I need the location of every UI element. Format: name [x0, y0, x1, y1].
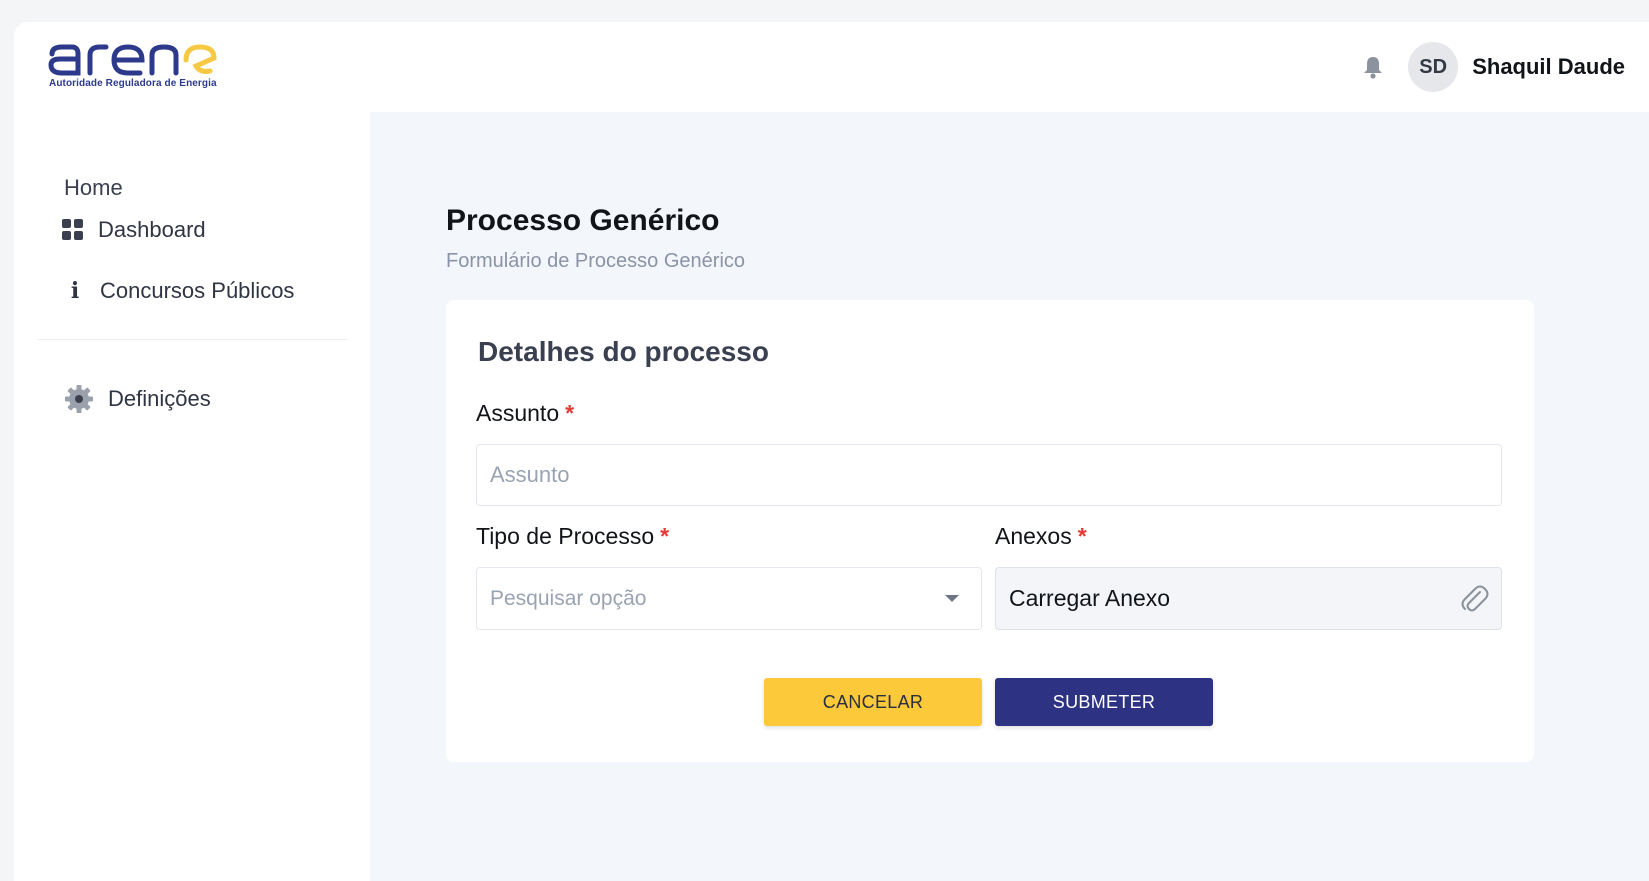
logo-tagline: Autoridade Reguladora de Energia — [49, 78, 217, 89]
subject-label: Assunto * — [476, 400, 574, 427]
paperclip-icon — [1461, 584, 1489, 620]
sidebar: Home Dashboard i Concursos Públicos Defi… — [14, 112, 370, 881]
arene-logo[interactable]: Autoridade Reguladora de Energia — [48, 40, 248, 92]
process-type-placeholder: Pesquisar opção — [490, 586, 647, 610]
main-content: Processo Genérico Formulário de Processo… — [370, 112, 1649, 881]
sidebar-item-label: Dashboard — [98, 217, 206, 242]
sidebar-item-dashboard[interactable]: Dashboard — [62, 217, 206, 243]
submit-button[interactable]: SUBMETER — [995, 678, 1213, 726]
upload-attachment-button[interactable]: Carregar Anexo — [995, 567, 1502, 630]
process-form-card: Detalhes do processo Assunto* Tipo de Pr… — [446, 300, 1534, 762]
subject-label-text: Assunto — [476, 400, 560, 426]
sidebar-item-definicoes[interactable]: Definições — [64, 384, 211, 414]
page-subtitle: Formulário de Processo Genérico — [446, 250, 746, 272]
sidebar-item-concursos[interactable]: i Concursos Públicos — [66, 278, 295, 304]
info-icon: i — [70, 278, 80, 304]
page-title: Processo Genérico — [446, 204, 720, 237]
header-user-area: SD Shaquil Daude — [1362, 42, 1649, 92]
grid-icon — [62, 219, 84, 241]
gear-icon — [64, 384, 94, 414]
sidebar-section-home: Home — [64, 175, 123, 200]
required-marker: * — [1077, 523, 1087, 549]
bell-icon[interactable] — [1362, 55, 1384, 79]
form-section-title: Detalhes do processo — [478, 336, 769, 367]
top-header: Autoridade Reguladora de Energia SD Shaq… — [14, 22, 1649, 112]
sidebar-item-label: Definições — [108, 386, 211, 411]
avatar[interactable]: SD — [1408, 42, 1459, 92]
cancel-button[interactable]: CANCELAR — [764, 678, 982, 726]
process-type-label: Tipo de Processo * — [476, 523, 669, 550]
sidebar-item-label: Concursos Públicos — [100, 278, 295, 303]
required-marker: * — [660, 523, 670, 549]
process-type-label-text: Tipo de Processo — [476, 523, 655, 549]
process-type-select[interactable]: Pesquisar opção — [476, 567, 982, 630]
attachments-label: Anexos * — [995, 523, 1087, 550]
chevron-down-icon — [945, 595, 959, 602]
user-name[interactable]: Shaquil Daude — [1472, 54, 1625, 80]
attachments-label-text: Anexos — [995, 523, 1072, 549]
sidebar-divider — [38, 339, 348, 340]
app-window: Autoridade Reguladora de Energia SD Shaq… — [14, 22, 1649, 881]
upload-attachment-label: Carregar Anexo — [1009, 585, 1171, 611]
arene-logo-mark — [48, 44, 217, 76]
subject-input[interactable] — [476, 444, 1502, 506]
required-marker: * — [565, 400, 575, 426]
